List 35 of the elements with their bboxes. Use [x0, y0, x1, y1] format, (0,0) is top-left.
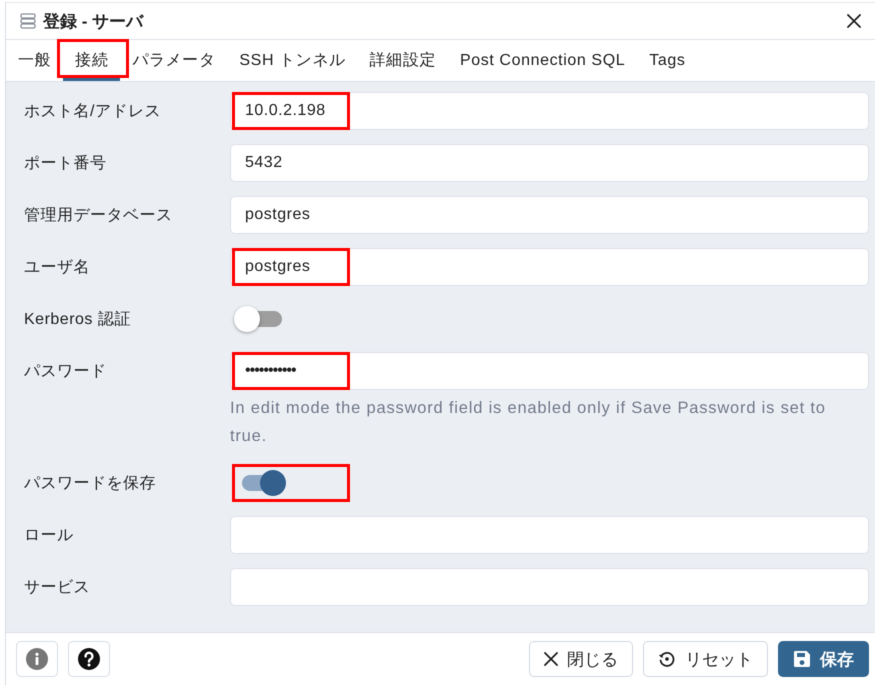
help-icon	[78, 648, 100, 670]
tab[interactable]: 一般	[6, 40, 64, 81]
reset-button[interactable]: リセット	[643, 641, 768, 677]
password-field[interactable]: •••••••••••	[230, 352, 869, 390]
close-icon	[847, 14, 861, 28]
save-button[interactable]: 保存	[778, 641, 869, 677]
close-icon	[544, 652, 558, 666]
field-label: パスワード	[24, 362, 108, 382]
close-button[interactable]: 閉じる	[529, 641, 633, 677]
field-label: ホスト名/アドレス	[24, 102, 162, 122]
help-text: In edit mode the password field is enabled only if Save Password is set to true.	[230, 398, 827, 447]
field-label: ポート番号	[24, 154, 108, 174]
text-field[interactable]: 10.0.2.198	[230, 92, 869, 130]
dialog-title: 登録 - サーバ	[43, 10, 144, 32]
field-label: パスワードを保存	[24, 474, 157, 494]
info-icon	[26, 648, 48, 670]
text-field[interactable]: postgres	[230, 248, 869, 286]
tab[interactable]: Tags	[637, 40, 698, 81]
field-label: ユーザ名	[24, 258, 91, 278]
tab[interactable]: Post Connection SQL	[448, 40, 638, 81]
field-label: 管理用データベース	[24, 206, 174, 226]
tab[interactable]: パラメータ	[120, 40, 228, 81]
circular-arrow-icon	[658, 650, 676, 668]
field-label: サービス	[24, 578, 91, 598]
text-field[interactable]: 5432	[230, 144, 869, 182]
field-label: Kerberos 認証	[24, 310, 132, 330]
server-icon	[20, 13, 36, 29]
tab[interactable]: SSH トンネル	[227, 40, 358, 81]
text-field[interactable]	[230, 516, 869, 554]
text-field[interactable]: postgres	[230, 196, 869, 234]
field-label: ロール	[24, 526, 74, 546]
help-button[interactable]	[68, 641, 110, 677]
text-field[interactable]	[230, 568, 869, 606]
tab[interactable]: 詳細設定	[358, 40, 448, 81]
info-button[interactable]	[16, 641, 58, 677]
